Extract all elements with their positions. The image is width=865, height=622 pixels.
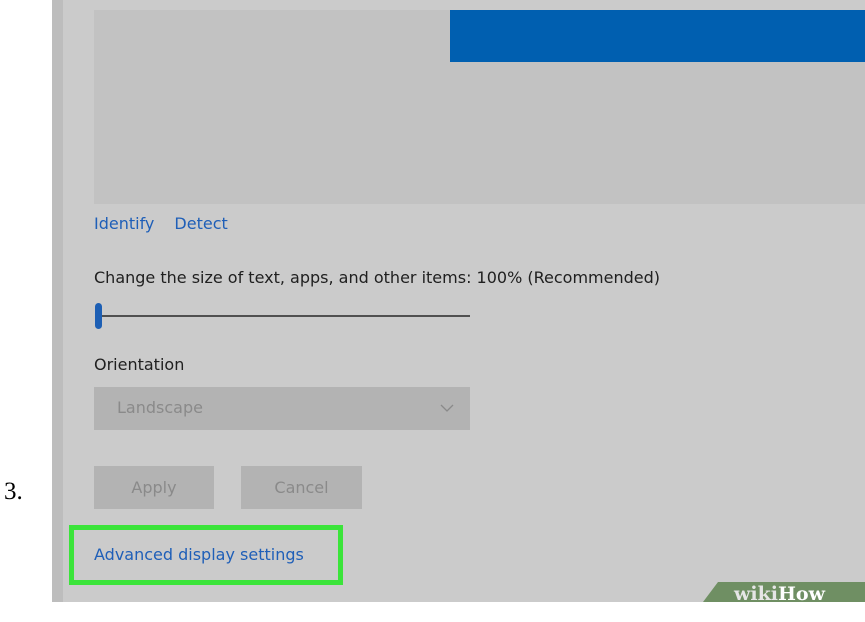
monitor-tile[interactable] <box>450 10 865 62</box>
identify-link[interactable]: Identify <box>94 214 154 233</box>
chevron-down-icon <box>440 404 454 412</box>
orientation-label: Orientation <box>94 355 185 374</box>
orientation-dropdown[interactable]: Landscape <box>94 387 470 430</box>
scale-label: Change the size of text, apps, and other… <box>94 268 660 287</box>
wikihow-watermark: wikiHow <box>734 583 825 602</box>
slider-track <box>98 315 470 317</box>
slider-thumb[interactable] <box>95 303 102 329</box>
monitor-links: Identify Detect <box>94 214 228 233</box>
scale-slider[interactable] <box>94 300 470 332</box>
step-number: 3. <box>4 478 23 505</box>
orientation-value: Landscape <box>117 398 203 417</box>
advanced-display-settings-link[interactable]: Advanced display settings <box>94 545 304 564</box>
watermark-wiki: wiki <box>734 583 778 602</box>
detect-link[interactable]: Detect <box>174 214 227 233</box>
apply-button[interactable]: Apply <box>94 466 214 509</box>
window-edge <box>52 0 63 602</box>
cancel-button[interactable]: Cancel <box>241 466 362 509</box>
display-settings-screenshot: Identify Detect Change the size of text, … <box>52 0 865 602</box>
watermark-how: How <box>777 583 825 602</box>
